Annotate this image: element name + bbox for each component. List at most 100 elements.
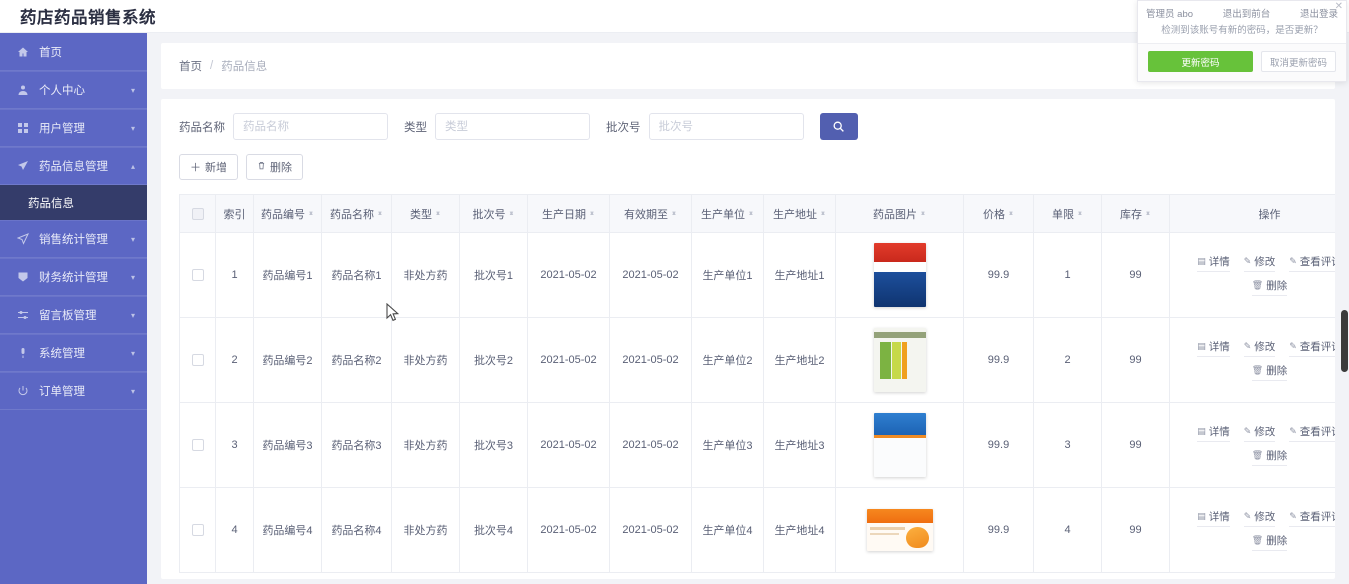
th-limit[interactable]: 单限 ▲ ▼ xyxy=(1033,194,1102,233)
delete-action[interactable]: 🗑 删除 xyxy=(1251,278,1288,296)
th-address[interactable]: 生产地址 ▲ ▼ xyxy=(763,194,836,233)
table-row[interactable]: 3 药品编号3 药品名称3 非处方药 批次号3 2021-05-02 2021-… xyxy=(179,402,1335,488)
pencil-icon: ✎ xyxy=(1289,511,1297,521)
cell-checkbox[interactable] xyxy=(179,232,216,318)
cell-maker: 生产单位3 xyxy=(691,402,764,488)
chevron-down-icon: ▾ xyxy=(130,272,135,282)
detail-action[interactable]: ▤ 详情 xyxy=(1197,339,1230,357)
delete-action[interactable]: 🗑 删除 xyxy=(1251,448,1288,466)
update-password-button[interactable]: 更新密码 xyxy=(1148,51,1253,72)
th-prod-date[interactable]: 生产日期 ▲ ▼ xyxy=(527,194,610,233)
th-batch-label: 批次号 xyxy=(472,208,506,221)
sidebar-item-finance-stats[interactable]: 财务统计管理 ▾ xyxy=(0,258,147,296)
cell-address: 生产地址2 xyxy=(763,317,836,403)
sidebar-subitem-medicine-info[interactable]: 药品信息 xyxy=(0,185,147,220)
delete-button[interactable]: 删除 xyxy=(246,154,303,180)
scrollbar-thumb[interactable] xyxy=(1341,310,1348,372)
cell-price: 99.9 xyxy=(963,232,1034,318)
cancel-update-password-button[interactable]: 取消更新密码 xyxy=(1261,51,1336,72)
th-image[interactable]: 药品图片 ▲ ▼ xyxy=(835,194,964,233)
cell-checkbox[interactable] xyxy=(179,317,216,403)
pencil-icon: ✎ xyxy=(1243,341,1252,351)
cell-stock: 99 xyxy=(1101,317,1170,403)
sidebar-item-label: 药品信息管理 xyxy=(39,161,108,173)
cell-checkbox[interactable] xyxy=(179,487,216,573)
th-index-label: 索引 xyxy=(223,208,246,221)
add-button[interactable]: ＋ 新增 xyxy=(179,154,238,180)
cell-batch: 批次号2 xyxy=(459,317,528,403)
th-batch[interactable]: 批次号 ▲ ▼ xyxy=(459,194,528,233)
detail-action[interactable]: ▤ 详情 xyxy=(1197,254,1230,272)
sidebar-item-label: 留言板管理 xyxy=(39,310,97,322)
table-row[interactable]: 1 药品编号1 药品名称1 非处方药 批次号1 2021-05-02 2021-… xyxy=(179,232,1335,318)
th-stock[interactable]: 库存 ▲ ▼ xyxy=(1101,194,1170,233)
select-all-checkbox[interactable] xyxy=(191,207,204,220)
edit-action[interactable]: ✎ 修改 xyxy=(1243,254,1276,272)
page-scrollbar[interactable] xyxy=(1340,0,1349,584)
delete-action[interactable]: 🗑 删除 xyxy=(1251,363,1288,381)
th-type[interactable]: 类型 ▲ ▼ xyxy=(391,194,460,233)
sidebar-item-user-management[interactable]: 用户管理 ▾ xyxy=(0,109,147,147)
table-row[interactable]: 4 药品编号4 药品名称4 非处方药 批次号4 2021-05-02 2021-… xyxy=(179,487,1335,573)
detail-action[interactable]: ▤ 详情 xyxy=(1197,509,1230,527)
batch-input[interactable] xyxy=(648,113,804,140)
breadcrumb-home[interactable]: 首页 xyxy=(179,58,202,74)
sidebar-item-sales-stats[interactable]: 销售统计管理 ▾ xyxy=(0,220,147,258)
document-icon: ▤ xyxy=(1197,426,1206,436)
sidebar-item-order-management[interactable]: 订单管理 ▾ xyxy=(0,372,147,410)
search-form: 药品名称 类型 批次号 xyxy=(179,113,1317,140)
cell-type: 非处方药 xyxy=(391,402,460,488)
search-button[interactable] xyxy=(819,113,858,140)
row-checkbox[interactable] xyxy=(191,439,204,452)
medicine-image xyxy=(873,243,926,307)
view-comment-action[interactable]: ✎查看评论 xyxy=(1289,509,1335,527)
delete-action[interactable]: 🗑 删除 xyxy=(1251,533,1288,551)
cell-prod-date: 2021-05-02 xyxy=(527,317,610,403)
cell-price: 99.9 xyxy=(963,317,1034,403)
row-delete-label: 删除 xyxy=(1266,450,1288,462)
th-name[interactable]: 药品名称 ▲ ▼ xyxy=(321,194,392,233)
view-comment-action[interactable]: ✎查看评论 xyxy=(1289,254,1335,272)
username-text: abo xyxy=(1177,9,1194,20)
table-row[interactable]: 2 药品编号2 药品名称2 非处方药 批次号2 2021-05-02 2021-… xyxy=(179,317,1335,403)
edit-label: 修改 xyxy=(1254,511,1276,523)
medicine-name-label: 药品名称 xyxy=(179,121,225,134)
logout-link[interactable]: 退出登录 xyxy=(1300,6,1338,20)
sidebar-item-message-board[interactable]: 留言板管理 ▾ xyxy=(0,296,147,334)
exit-to-frontend-link[interactable]: 退出到前台 xyxy=(1223,6,1271,20)
type-input[interactable] xyxy=(435,113,590,140)
trash-icon: 🗑 xyxy=(1251,280,1264,290)
cell-checkbox[interactable] xyxy=(179,402,216,488)
document-icon: ▤ xyxy=(1197,341,1206,351)
th-price[interactable]: 价格 ▲ ▼ xyxy=(963,194,1034,233)
row-checkbox[interactable] xyxy=(191,524,204,537)
sidebar-item-system-management[interactable]: 系统管理 ▾ xyxy=(0,334,147,372)
th-expiry[interactable]: 有效期至 ▲ ▼ xyxy=(609,194,692,233)
cell-index: 2 xyxy=(215,317,254,403)
search-icon xyxy=(832,120,845,133)
chevron-up-icon: ▴ xyxy=(130,161,135,171)
view-comment-action[interactable]: ✎查看评论 xyxy=(1289,424,1335,442)
pencil-icon: ✎ xyxy=(1289,426,1297,436)
sidebar-item-home[interactable]: 首页 xyxy=(0,33,147,71)
sidebar-item-personal-center[interactable]: 个人中心 ▾ xyxy=(0,71,147,109)
detail-action[interactable]: ▤ 详情 xyxy=(1197,424,1230,442)
medicine-name-input[interactable] xyxy=(233,113,388,140)
cell-operations: ▤详情 ✎修改 ✎查看评论 🗑删除 xyxy=(1169,487,1335,573)
sidebar-item-medicine-management[interactable]: 药品信息管理 ▴ xyxy=(0,147,147,185)
cell-image xyxy=(835,487,964,573)
th-select-all[interactable] xyxy=(179,194,216,233)
cell-stock: 99 xyxy=(1101,232,1170,318)
add-button-label: 新增 xyxy=(205,162,227,174)
edit-action[interactable]: ✎ 修改 xyxy=(1243,509,1276,527)
view-comment-action[interactable]: ✎查看评论 xyxy=(1289,339,1335,357)
row-action-group: ▤详情 ✎修改 ✎查看评论 🗑删除 xyxy=(1172,250,1335,300)
row-checkbox[interactable] xyxy=(191,354,204,367)
th-code[interactable]: 药品编号 ▲ ▼ xyxy=(253,194,322,233)
edit-action[interactable]: ✎ 修改 xyxy=(1243,424,1276,442)
edit-action[interactable]: ✎ 修改 xyxy=(1243,339,1276,357)
cell-price: 99.9 xyxy=(963,487,1034,573)
row-checkbox[interactable] xyxy=(191,269,204,282)
th-maker[interactable]: 生产单位 ▲ ▼ xyxy=(691,194,764,233)
medicine-table-wrapper: 索引 药品编号 ▲ ▼ 药品名称 ▲ ▼ 类型 ▲ ▼ 批次号 ▲ ▼ 生产日期… xyxy=(179,194,1335,573)
